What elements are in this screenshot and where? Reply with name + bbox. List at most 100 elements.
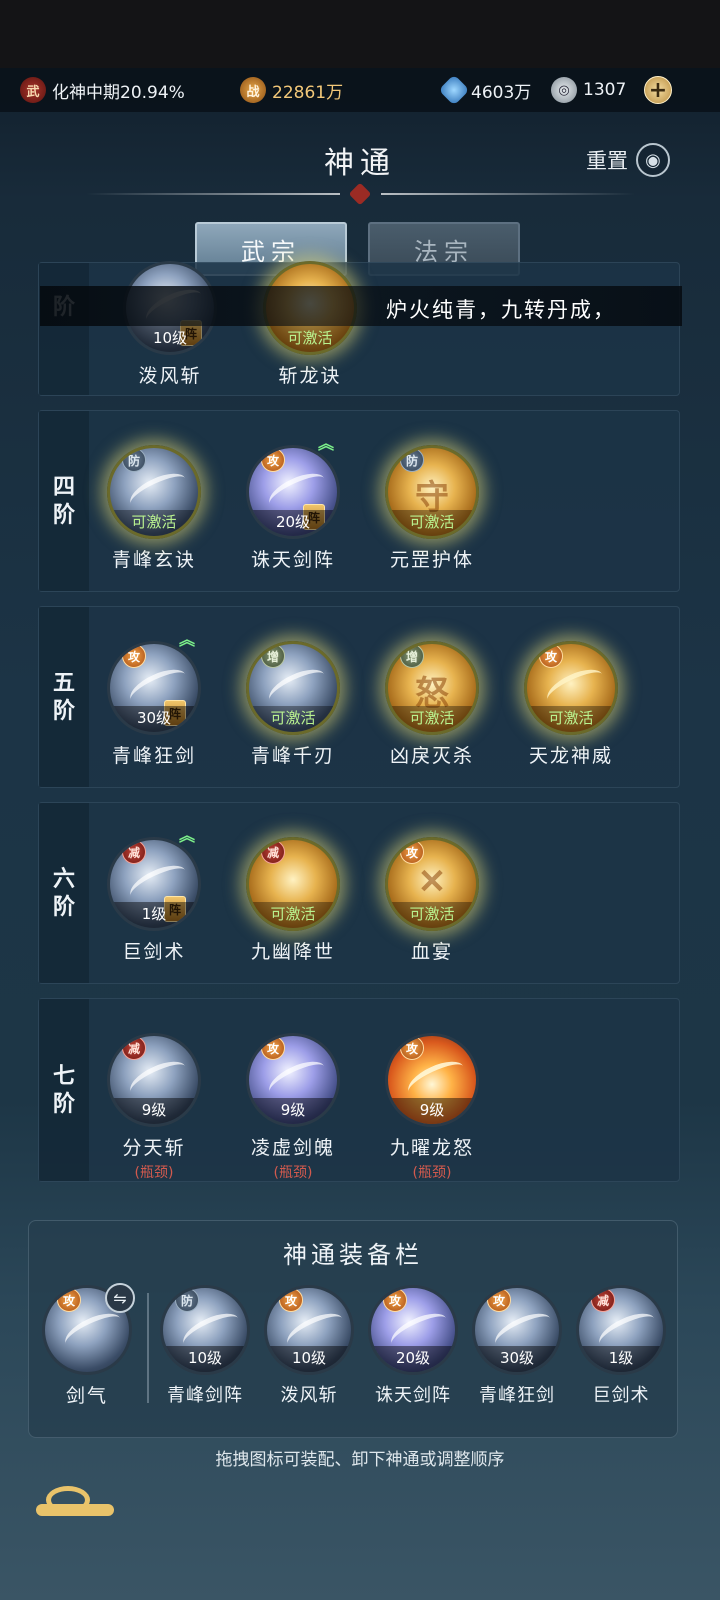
debuff-badge: 减 [261, 840, 285, 864]
cloud-menu-icon[interactable] [36, 1478, 116, 1522]
attack-badge: 攻 [487, 1288, 511, 1312]
skill-name: 凌虚剑魄 [250, 1137, 335, 1159]
reset-button[interactable]: 重置 ◉ [586, 143, 670, 177]
realm-text: 化神中期20.94% [52, 82, 185, 103]
skill-qingfengqianren[interactable]: 增 可激活 青峰千刃 [228, 641, 358, 768]
skill-level: 1级 [579, 1346, 663, 1372]
attack-badge: 攻 [383, 1288, 407, 1312]
skill-level: 20级 [371, 1346, 455, 1372]
skill-level: 10级 [126, 326, 214, 352]
seal-ornament-icon [348, 182, 372, 206]
coin-icon: ◎ [551, 77, 577, 103]
equip-slot-base[interactable]: 攻 ⇋ 剑气 [33, 1283, 141, 1408]
equip-slot-3[interactable]: 攻 20级 诛天剑阵 [359, 1285, 467, 1407]
bottleneck-label: (瓶颈) [134, 1165, 174, 1181]
skill-level: 20级 [249, 510, 337, 536]
notice-text: 炉火纯青，九转丹成， [386, 298, 616, 322]
reset-label: 重置 [586, 149, 628, 173]
title-divider-right [381, 193, 635, 195]
skill-name: 青峰剑阵 [167, 1385, 243, 1406]
skill-status: 可激活 [527, 706, 615, 732]
skill-qingfengkuangjian[interactable]: 攻 阵 30级 ︽ 青峰狂剑 [89, 632, 219, 768]
skill-icon: 攻 10级 [264, 1285, 354, 1375]
defense-badge: 防 [175, 1288, 199, 1312]
equip-slot-4[interactable]: 攻 30级 青峰狂剑 [463, 1285, 571, 1407]
attack-badge: 攻 [122, 644, 146, 668]
skill-icon: 减 1级 [576, 1285, 666, 1375]
skill-yuangganghuti[interactable]: 守 防 可激活 元罡护体 [367, 445, 497, 572]
equip-slot-5[interactable]: 减 1级 巨剑术 [567, 1285, 675, 1407]
skill-icon: 攻 9级 [385, 1033, 479, 1127]
skill-icon: 增 可激活 [246, 641, 340, 735]
skill-lingxujianpo[interactable]: 攻 9级 凌虚剑魄 (瓶颈) [228, 1033, 358, 1182]
skill-status: 可激活 [249, 902, 337, 928]
skill-tianlongshenwei[interactable]: 攻 可激活 天龙神威 [506, 641, 636, 768]
tier-panel-6: 六阶 减 阵 1级 ︽ 巨剑术 减 可激活 九幽降世 ✕ 攻 可激活 血宴 [38, 802, 680, 984]
attack-badge: 攻 [539, 644, 563, 668]
skill-level: 30级 [110, 706, 198, 732]
skill-qingfengxuanjue[interactable]: 防 可激活 青峰玄诀 [89, 445, 219, 572]
attack-badge: 攻 [57, 1288, 81, 1312]
skill-fentianzhan[interactable]: 减 9级 分天斩 (瓶颈) [89, 1033, 219, 1182]
upgrade-arrow-icon: ︽ [317, 434, 334, 453]
skill-jiuyaolongnu[interactable]: 攻 9级 九曜龙怒 (瓶颈) [367, 1033, 497, 1182]
skill-name: 九曜龙怒 [389, 1137, 474, 1159]
skill-name: 青峰狂剑 [479, 1385, 555, 1406]
bottleneck-label: (瓶颈) [412, 1165, 452, 1181]
spirit-gem[interactable]: 4603万 [438, 74, 532, 106]
drag-hint: 拖拽图标可装配、卸下神通或调整顺序 [215, 1450, 505, 1470]
skill-icon: 防 可激活 [107, 445, 201, 539]
skill-level: 10级 [163, 1346, 247, 1372]
skill-icon: 攻 可激活 [524, 641, 618, 735]
skill-xiongliemiesha[interactable]: 怒 增 可激活 凶戾灭杀 [367, 641, 497, 768]
skill-level: 9级 [388, 1098, 476, 1124]
tier-panel-5: 五阶 攻 阵 30级 ︽ 青峰狂剑 增 可激活 青峰千刃 怒 增 可激活 凶戾灭… [38, 606, 680, 788]
skill-jujianshu[interactable]: 减 阵 1级 ︽ 巨剑术 [89, 828, 219, 964]
debuff-badge: 减 [122, 840, 146, 864]
skill-name: 诛天剑阵 [250, 549, 335, 571]
skill-icon: 怒 增 可激活 [385, 641, 479, 735]
defense-badge: 防 [122, 448, 146, 472]
skill-zhutianjianzhen[interactable]: 攻 阵 20级 ︽ 诛天剑阵 [228, 436, 358, 572]
status-bar [0, 0, 720, 68]
skill-status: 可激活 [110, 510, 198, 536]
realm-progress[interactable]: 武 化神中期20.94% [20, 76, 185, 104]
skill-name: 青峰狂剑 [111, 745, 196, 767]
skill-name: 青峰千刃 [250, 745, 335, 767]
title-divider-left [86, 193, 340, 195]
skill-name: 血宴 [410, 941, 453, 963]
skill-jiuyoujiangshi[interactable]: 减 可激活 九幽降世 [228, 837, 358, 964]
spirit-gem-icon [438, 74, 470, 106]
skill-icon: 减 可激活 [246, 837, 340, 931]
skill-name: 元罡护体 [389, 549, 474, 571]
combat-power[interactable]: 战 22861万 [240, 76, 343, 104]
bottleneck-label: (瓶颈) [273, 1165, 313, 1181]
skill-name: 剑气 [65, 1385, 108, 1407]
coin[interactable]: ◎ 1307 [551, 76, 626, 104]
skill-icon: 攻 20级 [368, 1285, 458, 1375]
skill-status: 可激活 [266, 326, 354, 352]
attack-badge: 攻 [261, 1036, 285, 1060]
spirit-gem-value: 4603万 [471, 82, 532, 103]
add-currency-button[interactable]: + [644, 76, 672, 104]
buff-badge: 增 [261, 644, 285, 668]
swap-icon[interactable]: ⇋ [105, 1283, 135, 1313]
skill-icon: 攻 9级 [246, 1033, 340, 1127]
tier-label: 七阶 [39, 999, 89, 1181]
skill-name: 分天斩 [122, 1137, 186, 1159]
skill-name: 泼风斩 [280, 1385, 338, 1406]
skill-level: 30级 [475, 1346, 559, 1372]
debuff-badge: 减 [591, 1288, 615, 1312]
debuff-badge: 减 [122, 1036, 146, 1060]
skill-status: 可激活 [388, 902, 476, 928]
skill-level: 9级 [110, 1098, 198, 1124]
defense-badge: 防 [400, 448, 424, 472]
skill-xueyan[interactable]: ✕ 攻 可激活 血宴 [367, 837, 497, 964]
skill-name: 九幽降世 [250, 941, 335, 963]
tier-label: 五阶 [39, 607, 89, 787]
equip-slot-2[interactable]: 攻 10级 泼风斩 [255, 1285, 363, 1407]
equip-slot-1[interactable]: 防 10级 青峰剑阵 [151, 1285, 259, 1407]
tier-label: 六阶 [39, 803, 89, 983]
skill-icon: 减 9级 [107, 1033, 201, 1127]
tier-label: 四阶 [39, 411, 89, 591]
